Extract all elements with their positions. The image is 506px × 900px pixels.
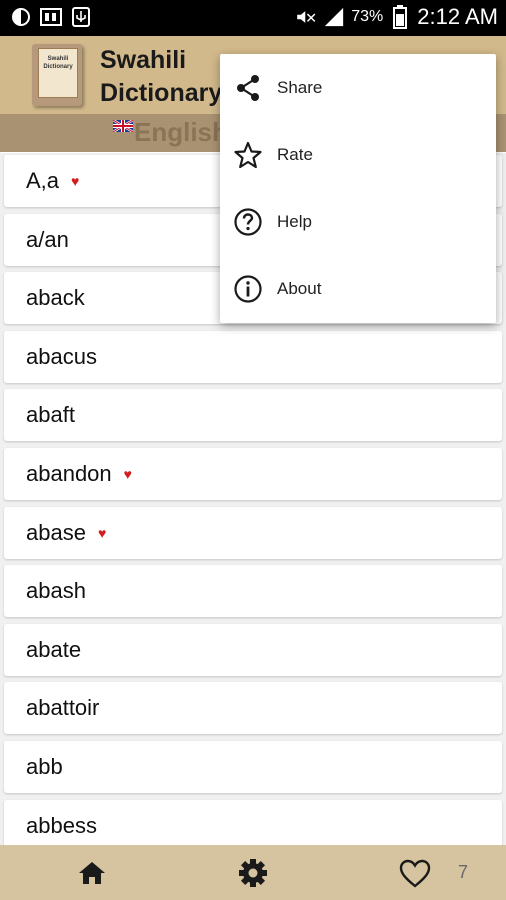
list-item[interactable]: abaft	[4, 389, 502, 442]
keyboard-icon	[40, 6, 62, 28]
menu-item-help[interactable]: Help	[220, 188, 496, 255]
status-icons-right: 73% 2:12 AM	[295, 4, 498, 30]
signal-icon	[323, 6, 345, 28]
uk-flag-icon	[113, 120, 133, 132]
menu-item-rate[interactable]: Rate	[220, 121, 496, 188]
favorite-heart-icon: ♥	[97, 524, 107, 541]
menu-item-share[interactable]: Share	[220, 54, 496, 121]
word-text: abaft	[26, 402, 75, 428]
book-text-line2: Dictionary	[43, 64, 73, 70]
word-text: aback	[26, 285, 85, 311]
usb-icon	[70, 6, 92, 28]
battery-percent: 73%	[351, 8, 384, 25]
gear-icon[interactable]	[238, 858, 268, 888]
menu-item-about[interactable]: About	[220, 255, 496, 322]
app-title: Swahili Dictionary	[100, 44, 222, 110]
word-text: abate	[26, 636, 82, 662]
app-title-line2: Dictionary	[100, 79, 223, 107]
info-icon	[232, 273, 264, 305]
list-item[interactable]: abandon ♥	[4, 448, 502, 500]
menu-item-label: Rate	[277, 144, 313, 164]
home-icon[interactable]	[78, 860, 106, 886]
list-item[interactable]: abbess	[4, 799, 502, 845]
favorites-count: 7	[458, 862, 469, 882]
word-text: abacus	[26, 343, 97, 369]
help-icon	[232, 206, 264, 238]
overflow-menu: Share Rate Help About	[220, 54, 496, 323]
list-item[interactable]: abacus	[4, 330, 502, 383]
star-icon	[232, 139, 264, 171]
share-icon	[232, 72, 264, 104]
app-logo: Swahili Dictionary	[32, 44, 82, 106]
word-text: abb	[26, 754, 63, 779]
status-icons-left	[10, 6, 92, 28]
list-item[interactable]: abattoir	[4, 682, 502, 735]
menu-item-label: About	[277, 278, 322, 298]
list-item[interactable]: abase ♥	[4, 506, 502, 559]
battery-icon	[389, 5, 411, 29]
word-text: A,a	[26, 168, 60, 193]
word-text: abattoir	[26, 695, 100, 721]
language-label[interactable]: English	[134, 117, 228, 148]
clock: 2:12 AM	[417, 4, 498, 29]
bottom-nav: 7	[0, 845, 506, 900]
favorite-heart-icon: ♥	[123, 466, 132, 482]
word-text: a/an	[26, 226, 69, 252]
list-item[interactable]: abash	[4, 565, 502, 618]
favorites-heart-icon[interactable]	[399, 859, 431, 889]
word-text: abbess	[26, 812, 97, 838]
menu-item-label: Help	[277, 211, 312, 231]
status-bar: 73% 2:12 AM	[0, 0, 506, 36]
list-item[interactable]: abate	[4, 623, 502, 676]
mute-icon	[295, 6, 317, 28]
favorite-heart-icon: ♥	[71, 173, 80, 189]
word-text: abash	[26, 578, 86, 604]
word-text: abandon	[26, 461, 112, 486]
book-text-line1: Swahili	[47, 56, 69, 62]
word-text: abase	[26, 519, 86, 545]
menu-item-label: Share	[277, 77, 323, 97]
app-title-line1: Swahili	[100, 46, 187, 74]
list-item[interactable]: abb	[4, 741, 502, 793]
contrast-icon	[10, 6, 32, 28]
book-cover: Swahili Dictionary	[38, 48, 78, 98]
